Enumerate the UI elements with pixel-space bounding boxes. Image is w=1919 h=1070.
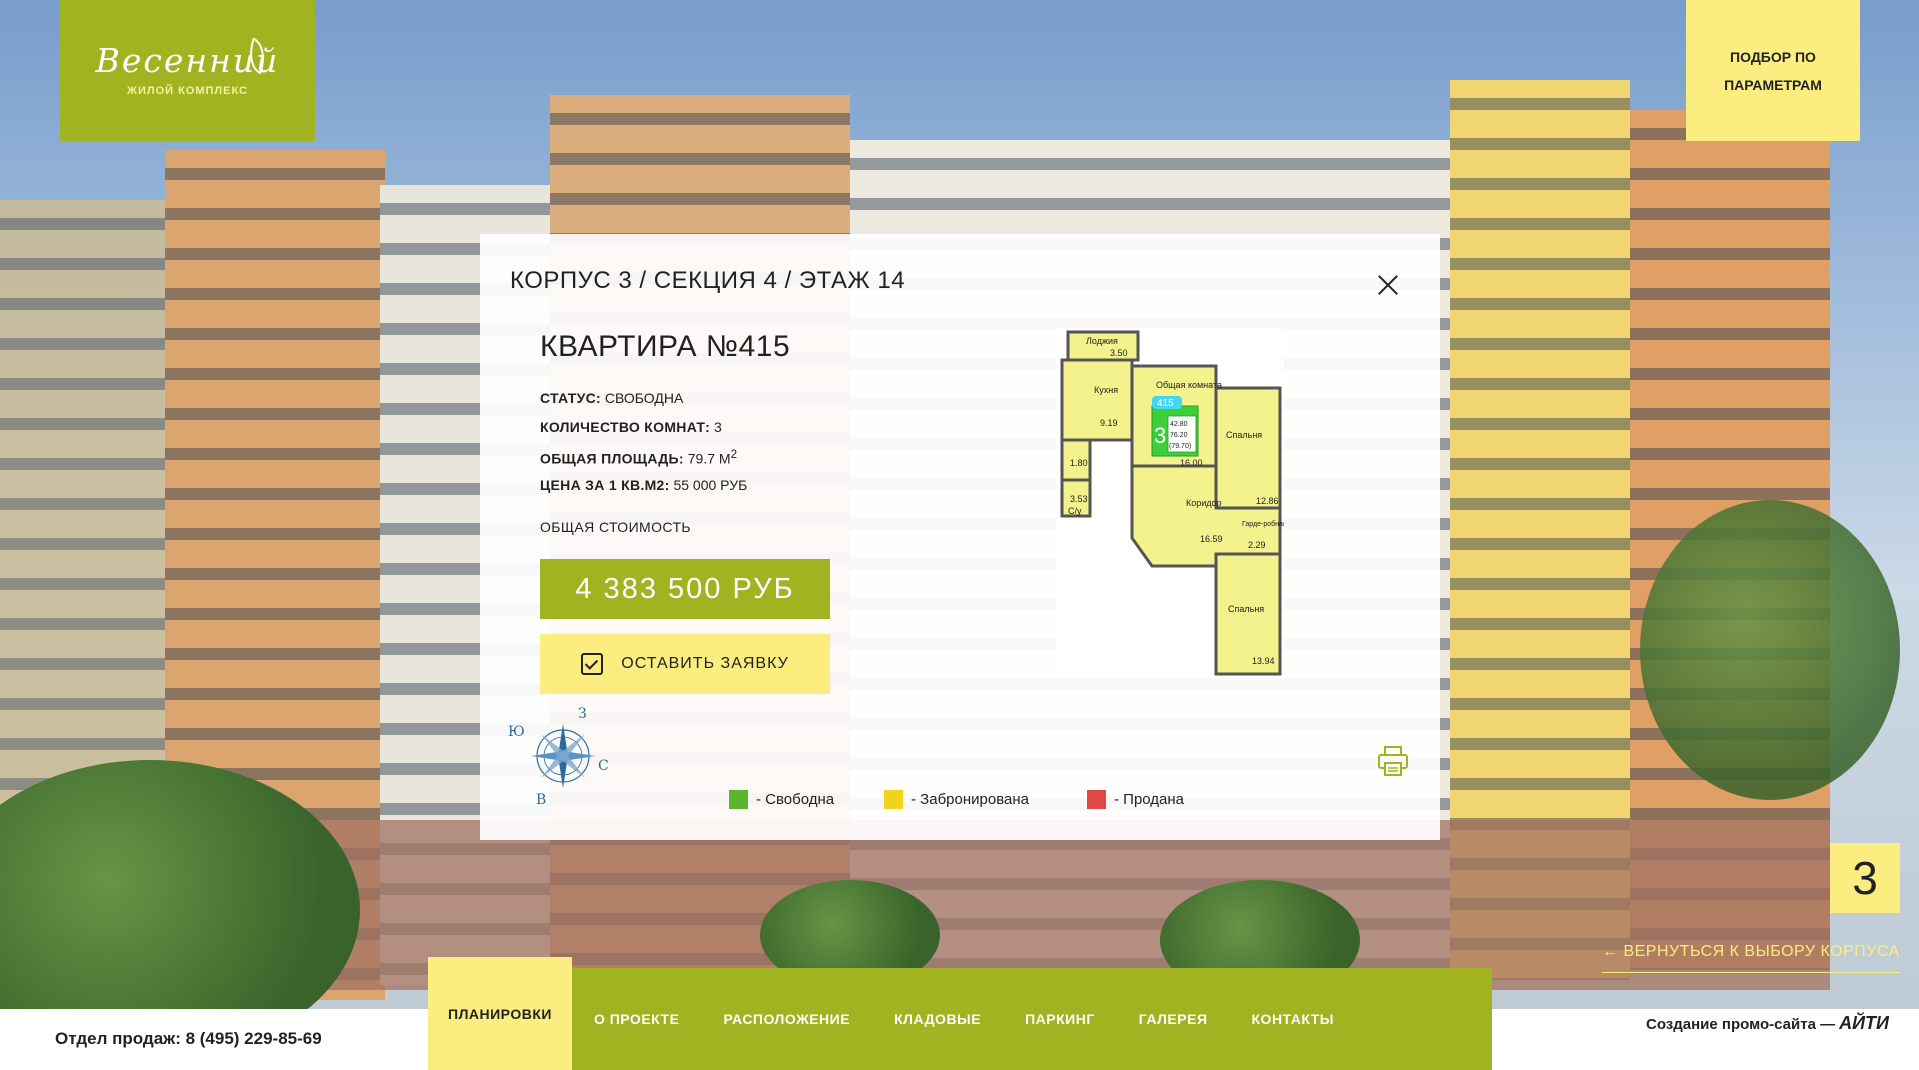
plan-room-name: Лоджия	[1086, 336, 1118, 346]
nav-item-location[interactable]: РАСПОЛОЖЕНИЕ	[701, 968, 872, 1070]
compass-label-s: В	[536, 792, 547, 808]
total-cost-label: ОБЩАЯ СТОИМОСТЬ	[540, 519, 691, 535]
fact-label: Количество комнат:	[540, 419, 711, 435]
legend-label: - Продана	[1114, 791, 1185, 808]
plan-room-name: Общая комната	[1156, 380, 1222, 390]
legend-label: - Свободна	[756, 791, 835, 808]
plan-room-area: 1.80	[1070, 458, 1088, 468]
nav-item-layouts[interactable]: ПЛАНИРОВКИ	[428, 957, 572, 1070]
fact-value: 55 000 РУБ	[673, 477, 748, 493]
modal-title: КОРПУС 3 / СЕКЦИЯ 4 / ЭТАЖ 14	[510, 267, 906, 294]
compass-label-e: С	[598, 758, 609, 774]
submit-request-label: ОСТАВИТЬ ЗАЯВКУ	[621, 655, 789, 672]
fact-status: Статус: СВОБОДНА	[540, 390, 747, 419]
logo-subtitle: ЖИЛОЙ КОМПЛЕКС	[127, 85, 248, 97]
fact-value: СВОБОДНА	[604, 390, 684, 406]
plan-room-name: С/у	[1068, 506, 1082, 516]
fact-rooms: Количество комнат: 3	[540, 419, 747, 448]
plan-room-area: 16.59	[1200, 534, 1223, 544]
corpus-number-badge: 3	[1830, 843, 1900, 913]
fact-value: 3	[713, 419, 722, 435]
legend-swatch	[884, 790, 903, 809]
plan-room-name: Спальня	[1226, 430, 1262, 440]
nav-item-parking[interactable]: ПАРКИНГ	[1003, 968, 1117, 1070]
fact-price-per-m2: Цена за 1 кв.м2: 55 000 РУБ	[540, 477, 747, 506]
main-nav: ПЛАНИРОВКИ О ПРОЕКТЕ РАСПОЛОЖЕНИЕ КЛАДОВ…	[428, 957, 1492, 1070]
filter-by-parameters-button[interactable]: ПОДБОР ПО ПАРАМЕТРАМ	[1686, 0, 1860, 141]
plan-room-area: 16.00	[1180, 458, 1203, 468]
floor-plan: 415 3 42.80 76.20 (79.70) Лоджия 3.50 Ку…	[1056, 328, 1287, 678]
fact-label: Цена за 1 кв.м2:	[540, 477, 670, 493]
apartment-title: КВАРТИРА №415	[540, 330, 791, 363]
filter-button-label: ПОДБОР ПО ПАРАМЕТРАМ	[1724, 48, 1822, 93]
compass-rose: З Ю С В	[508, 706, 618, 816]
plan-room-name: Коридор	[1186, 498, 1222, 508]
legend-label: - Забронирована	[911, 791, 1029, 808]
fact-label: Статус:	[540, 390, 601, 406]
plan-room-area: 12.86	[1256, 496, 1279, 506]
fact-label: Общая площадь:	[540, 450, 684, 467]
plan-room-name: Спальня	[1228, 604, 1264, 614]
nav-item-contacts[interactable]: КОНТАКТЫ	[1230, 968, 1356, 1070]
plan-room-name: Гарде-робная	[1242, 520, 1284, 528]
fact-area: Общая площадь: 79.7 М2	[540, 448, 747, 477]
promo-text: Создание промо-сайта —	[1646, 1016, 1836, 1033]
checkbox-icon	[581, 653, 604, 675]
legend-item-reserved: - Забронирована	[884, 790, 1029, 809]
back-link-underline	[1602, 972, 1900, 973]
nav-item-storage[interactable]: КЛАДОВЫЕ	[872, 968, 1003, 1070]
fact-value: 79.7 М	[687, 450, 731, 467]
compass-label-n: З	[578, 706, 587, 722]
apartment-modal: КОРПУС 3 / СЕКЦИЯ 4 / ЭТАЖ 14 КВАРТИРА №…	[480, 234, 1440, 840]
promo-credit[interactable]: Создание промо-сайта — АЙТИ	[1646, 1013, 1889, 1034]
sales-phone[interactable]: Отдел продаж: 8 (495) 229-85-69	[55, 1029, 322, 1049]
plan-room-area: 2.29	[1248, 540, 1266, 550]
plan-area: 76.20	[1170, 432, 1188, 439]
compass-label-w: Ю	[508, 724, 525, 740]
nav-item-gallery[interactable]: ГАЛЕРЕЯ	[1117, 968, 1230, 1070]
plan-rooms-count: 3	[1154, 423, 1166, 448]
submit-request-button[interactable]: ОСТАВИТЬ ЗАЯВКУ	[540, 634, 830, 694]
plan-apt-number: 415	[1157, 398, 1174, 409]
back-to-corpus-link[interactable]: ← ВЕРНУТЬСЯ К ВЫБОРУ КОРПУСА	[1602, 943, 1900, 961]
close-icon[interactable]	[1377, 274, 1399, 296]
plan-room-area: 13.94	[1252, 656, 1275, 666]
promo-brand: АЙТИ	[1839, 1013, 1889, 1033]
fact-unit-sup: 2	[730, 448, 738, 461]
legend-swatch	[1087, 790, 1106, 809]
site-logo[interactable]: Весенний ЖИЛОЙ КОМПЛЕКС	[60, 0, 315, 141]
plan-room-area: 3.53	[1070, 494, 1088, 504]
plan-room-name: Кухня	[1094, 385, 1118, 395]
plan-room-area: 3.50	[1110, 348, 1128, 358]
apartment-facts: Статус: СВОБОДНА Количество комнат: 3 Об…	[540, 390, 747, 506]
plan-area: (79.70)	[1169, 443, 1191, 450]
total-price: 4 383 500 РУБ	[540, 559, 830, 619]
legend-item-sold: - Продана	[1087, 790, 1184, 809]
print-icon[interactable]	[1376, 744, 1410, 778]
nav-item-about[interactable]: О ПРОЕКТЕ	[572, 968, 702, 1070]
legend-item-free: - Свободна	[729, 790, 834, 809]
legend-swatch	[729, 790, 748, 809]
plan-room-area: 9.19	[1100, 418, 1118, 428]
plan-area: 42.80	[1170, 421, 1188, 428]
